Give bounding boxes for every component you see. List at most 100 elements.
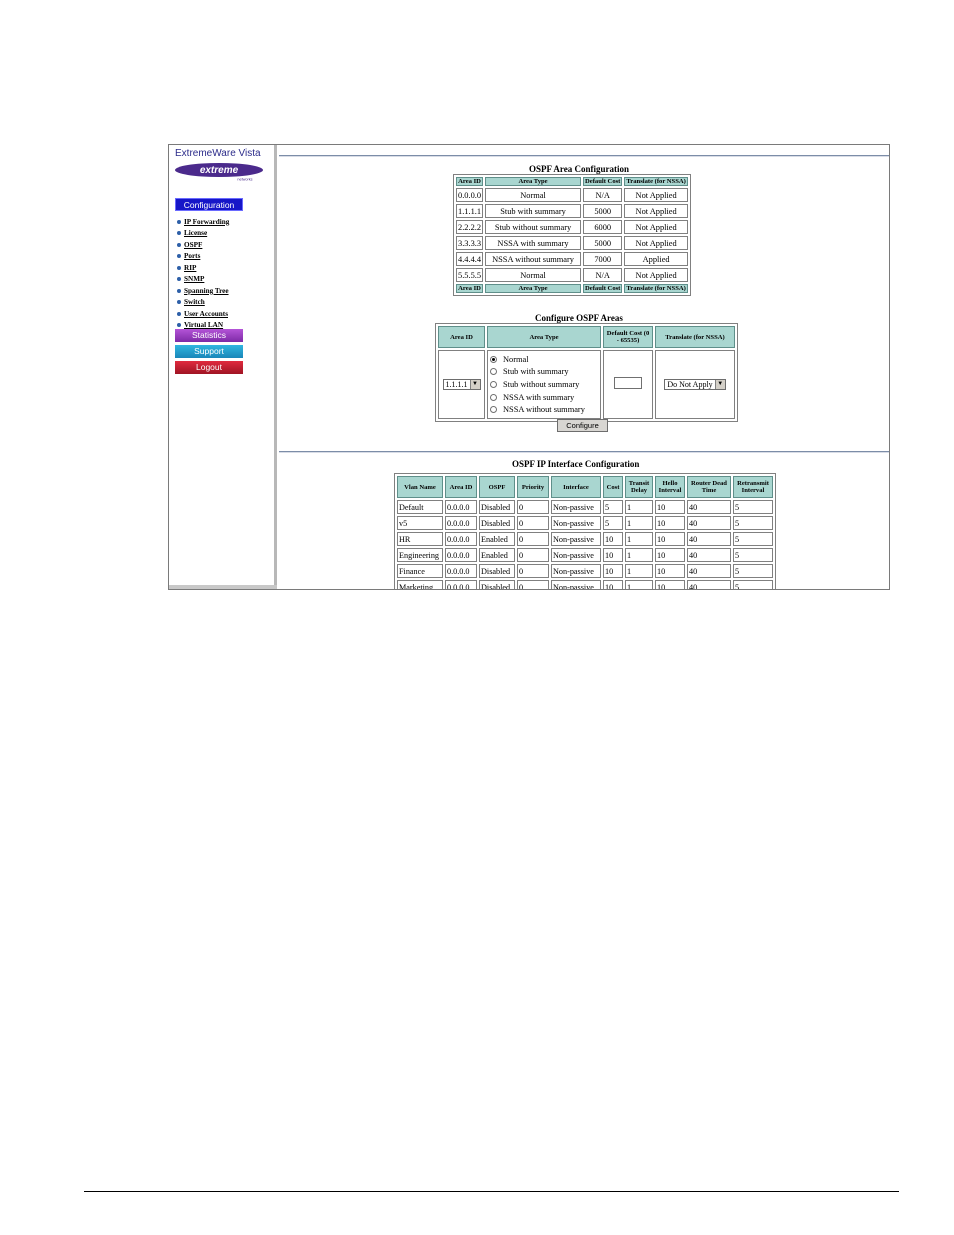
interface-cell: Non-passive	[551, 580, 601, 589]
column-header: Area ID	[445, 476, 477, 498]
radio-option-stub-with-summary[interactable]: Stub with summary	[488, 366, 600, 379]
area-id-select[interactable]: 1.1.1.1 ▼	[442, 378, 481, 390]
nav-item-ip-forwarding[interactable]: IP Forwarding	[177, 216, 229, 228]
vlan-name-cell: Marketing	[397, 580, 443, 589]
nav-item-user-accounts[interactable]: User Accounts	[177, 308, 229, 320]
table-row: Engineering 0.0.0.0 Enabled 0 Non-passiv…	[397, 548, 773, 562]
vlan-name-cell: Engineering	[397, 548, 443, 562]
area-type-cell: Normal	[485, 268, 582, 282]
table-footer-row: Area ID Area Type Default Cost Translate…	[456, 284, 688, 293]
area-id-cell: 0.0.0.0	[445, 532, 477, 546]
horizontal-scrollbar[interactable]	[169, 585, 277, 589]
translate-cell: Not Applied	[624, 188, 688, 202]
cost-cell: 5	[603, 516, 623, 530]
table-row: 1.1.1.1 Stub with summary 5000 Not Appli…	[456, 204, 688, 218]
bullet-icon	[177, 323, 181, 328]
default-cost-cell: 5000	[583, 204, 623, 218]
hello-interval-cell: 10	[655, 548, 685, 562]
column-header: Vlan Name	[397, 476, 443, 498]
interface-cell: Non-passive	[551, 500, 601, 514]
sidebar: ExtremeWare Vista extreme networks Confi…	[169, 145, 277, 589]
column-footer: Area ID	[456, 284, 484, 293]
nav-item-switch[interactable]: Switch	[177, 297, 229, 309]
logout-button[interactable]: Logout	[175, 361, 243, 374]
bullet-icon	[177, 242, 181, 247]
column-header: OSPF	[479, 476, 515, 498]
interface-config-table: Vlan Name Area ID OSPF Priority Interfac…	[394, 473, 776, 589]
area-id-cell: 0.0.0.0	[445, 500, 477, 514]
statistics-button[interactable]: Statistics	[175, 329, 243, 342]
support-button[interactable]: Support	[175, 345, 243, 358]
retransmit-interval-cell: 5	[733, 532, 773, 546]
bullet-icon	[177, 265, 181, 270]
nav-item-ports[interactable]: Ports	[177, 251, 229, 263]
priority-cell: 0	[517, 500, 549, 514]
column-footer: Default Cost	[583, 284, 623, 293]
priority-cell: 0	[517, 580, 549, 589]
router-dead-time-cell: 40	[687, 516, 731, 530]
transit-delay-cell: 1	[625, 516, 653, 530]
column-header: Area Type	[485, 177, 582, 186]
divider	[279, 155, 889, 157]
column-header: Translate (for NSSA)	[655, 326, 735, 348]
ospf-cell: Disabled	[479, 580, 515, 589]
translate-cell: Not Applied	[624, 236, 688, 250]
area-id-cell: 0.0.0.0	[445, 548, 477, 562]
radio-option-nssa-without-summary[interactable]: NSSA without summary	[488, 403, 600, 416]
table-row: 2.2.2.2 Stub without summary 6000 Not Ap…	[456, 220, 688, 234]
config-nav-list: IP Forwarding License OSPF Ports RIP SNM…	[177, 216, 229, 331]
area-id-cell: 2.2.2.2	[456, 220, 484, 234]
radio-icon[interactable]	[490, 406, 497, 414]
nav-item-license[interactable]: License	[177, 228, 229, 240]
area-id-cell: 3.3.3.3	[456, 236, 484, 250]
configure-areas-title: Configure OSPF Areas	[535, 313, 623, 323]
chevron-down-icon[interactable]: ▼	[714, 379, 725, 389]
cost-cell: 10	[603, 548, 623, 562]
transit-delay-cell: 1	[625, 500, 653, 514]
transit-delay-cell: 1	[625, 564, 653, 578]
table-row: Finance 0.0.0.0 Disabled 0 Non-passive 1…	[397, 564, 773, 578]
configure-button[interactable]: Configure	[557, 419, 608, 432]
area-id-cell: 0.0.0.0	[445, 516, 477, 530]
main-content: OSPF Area Configuration Area ID Area Typ…	[277, 145, 889, 589]
nav-item-spanning-tree[interactable]: Spanning Tree	[177, 285, 229, 297]
area-id-cell: 0.0.0.0	[456, 188, 484, 202]
configuration-button[interactable]: Configuration	[175, 198, 243, 211]
table-row: 1.1.1.1 ▼ Normal Stub with summary Stub …	[438, 350, 735, 419]
radio-icon[interactable]	[490, 368, 497, 376]
area-type-cell: Stub without summary	[485, 220, 582, 234]
column-footer: Translate (for NSSA)	[624, 284, 688, 293]
vlan-name-cell: Default	[397, 500, 443, 514]
default-cost-input[interactable]	[614, 377, 642, 390]
column-header: Retransmit Interval	[733, 476, 773, 498]
interface-cell: Non-passive	[551, 532, 601, 546]
radio-option-nssa-with-summary[interactable]: NSSA with summary	[488, 391, 600, 404]
radio-icon[interactable]	[490, 393, 497, 401]
radio-icon[interactable]	[490, 380, 497, 388]
router-dead-time-cell: 40	[687, 564, 731, 578]
table-row: 0.0.0.0 Normal N/A Not Applied	[456, 188, 688, 202]
column-header: Translate (for NSSA)	[624, 177, 688, 186]
retransmit-interval-cell: 5	[733, 548, 773, 562]
bullet-icon	[177, 300, 181, 305]
translate-cell: Not Applied	[624, 220, 688, 234]
retransmit-interval-cell: 5	[733, 580, 773, 589]
hello-interval-cell: 10	[655, 500, 685, 514]
chevron-down-icon[interactable]: ▼	[469, 379, 480, 389]
nav-item-rip[interactable]: RIP	[177, 262, 229, 274]
translate-select[interactable]: Do Not Apply ▼	[664, 378, 726, 390]
radio-option-stub-without-summary[interactable]: Stub without summary	[488, 378, 600, 391]
area-id-cell: 1.1.1.1 ▼	[438, 350, 485, 419]
table-row: 4.4.4.4 NSSA without summary 7000 Applie…	[456, 252, 688, 266]
column-header: Default Cost	[583, 177, 623, 186]
interface-config-title: OSPF IP Interface Configuration	[512, 459, 640, 469]
radio-selected-icon[interactable]	[490, 355, 497, 363]
priority-cell: 0	[517, 548, 549, 562]
bullet-icon	[177, 288, 181, 293]
nav-item-snmp[interactable]: SNMP	[177, 274, 229, 286]
ospf-cell: Enabled	[479, 548, 515, 562]
nav-item-ospf[interactable]: OSPF	[177, 239, 229, 251]
radio-option-normal[interactable]: Normal	[488, 353, 600, 366]
table-row: 3.3.3.3 NSSA with summary 5000 Not Appli…	[456, 236, 688, 250]
priority-cell: 0	[517, 516, 549, 530]
